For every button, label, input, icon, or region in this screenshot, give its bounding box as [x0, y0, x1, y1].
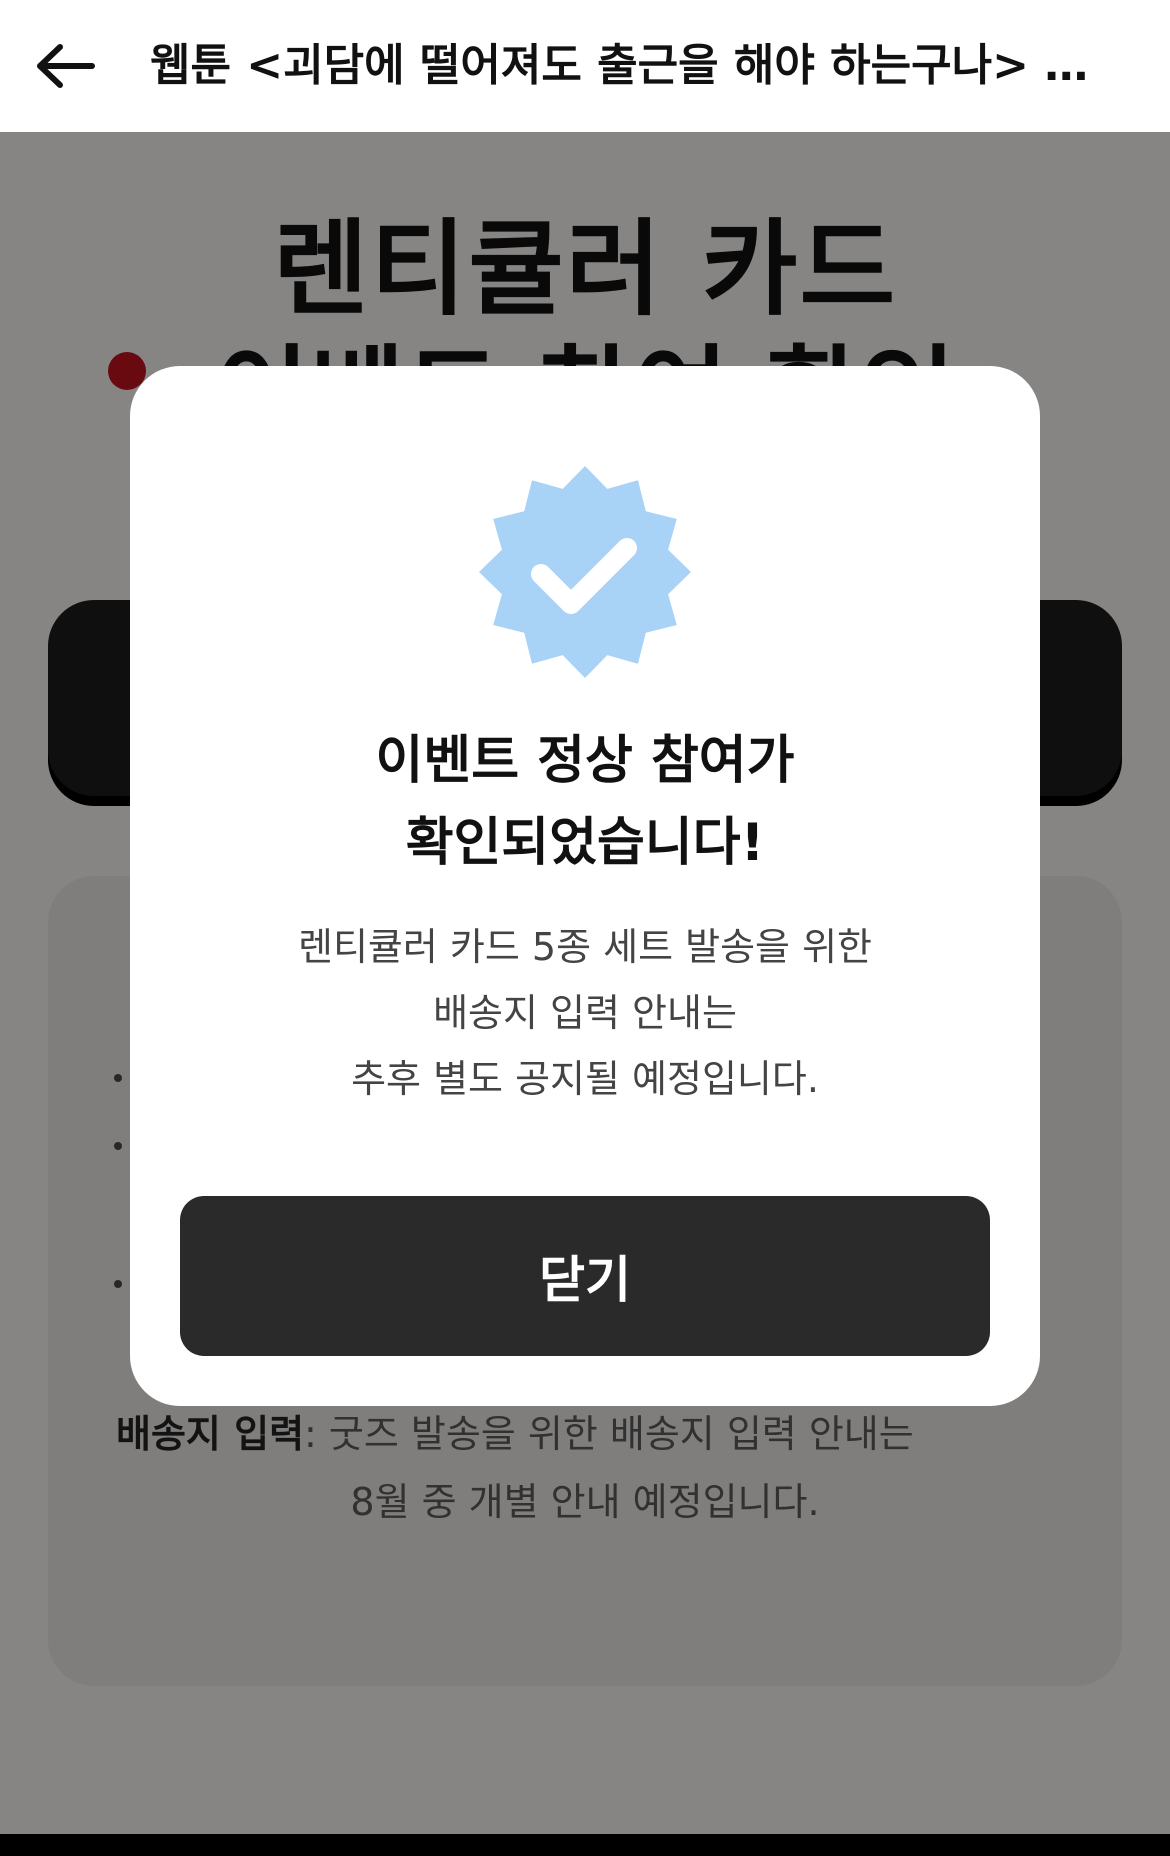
app-bar: 웹툰 <괴담에 떨어져도 출근을 해야 하는구나> 소... [0, 0, 1170, 132]
dialog-title: 이벤트 정상 참여가 확인되었습니다! [130, 720, 1040, 884]
arrow-left-icon [37, 44, 95, 88]
system-nav-bar [0, 1834, 1170, 1856]
dialog-title-line: 이벤트 정상 참여가 [375, 731, 795, 791]
back-button[interactable] [26, 26, 106, 106]
confirmation-dialog: 이벤트 정상 참여가 확인되었습니다! 렌티큘러 카드 5종 세트 발송을 위한… [130, 366, 1040, 1406]
dialog-description: 렌티큘러 카드 5종 세트 발송을 위한 배송지 입력 안내는 추후 별도 공지… [130, 914, 1040, 1112]
dialog-desc-line: 렌티큘러 카드 5종 세트 발송을 위한 [297, 925, 872, 969]
verified-badge-icon [479, 466, 691, 678]
dialog-desc-line: 배송지 입력 안내는 [433, 991, 737, 1035]
page-title: 웹툰 <괴담에 떨어져도 출근을 해야 하는구나> 소... [150, 40, 1118, 91]
dialog-desc-line: 추후 별도 공지될 예정입니다. [351, 1057, 819, 1101]
screen: 웹툰 <괴담에 떨어져도 출근을 해야 하는구나> 소... 렌티큘러 카드 이… [0, 0, 1170, 1856]
close-button[interactable]: 닫기 [180, 1196, 990, 1356]
dialog-title-line: 확인되었습니다! [405, 813, 765, 873]
